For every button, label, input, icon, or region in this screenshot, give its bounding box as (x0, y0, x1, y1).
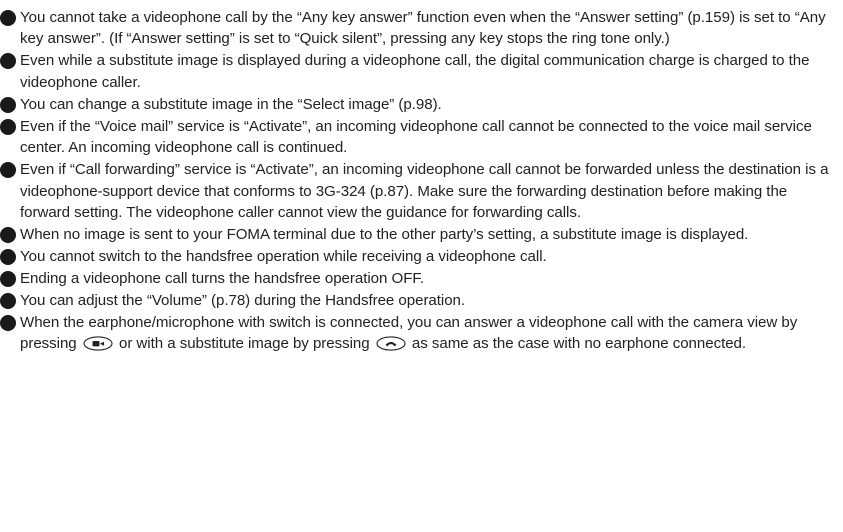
note-item-voice-mail: Even if the “Voice mail” service is “Act… (0, 116, 835, 159)
notes-list: You cannot take a videophone call by the… (0, 7, 835, 355)
bullet-icon (0, 53, 16, 70)
note-item-call-forwarding: Even if “Call forwarding” service is “Ac… (0, 159, 835, 223)
manual-page: You cannot take a videophone call by the… (0, 0, 843, 532)
note-text: Even if “Call forwarding” service is “Ac… (20, 161, 829, 222)
bullet-icon (0, 227, 16, 244)
note-item-volume: You can adjust the “Volume” (p.78) durin… (0, 290, 835, 311)
note-text: as same as the case with no earphone con… (411, 335, 747, 353)
note-text: You cannot switch to the handsfree opera… (20, 248, 547, 266)
note-item-substitute-charge: Even while a substitute image is display… (0, 50, 835, 93)
note-text: Even while a substitute image is display… (20, 52, 810, 91)
note-text: or with a substitute image by pressing (118, 335, 370, 353)
note-item-earphone: When the earphone/microphone with switch… (0, 312, 835, 355)
bullet-icon (0, 249, 16, 266)
note-text: You can change a substitute image in the… (20, 95, 442, 113)
bullet-icon (0, 271, 16, 288)
note-text: You cannot take a videophone call by the… (20, 9, 826, 48)
note-text: When no image is sent to your FOMA termi… (20, 226, 749, 244)
camera-view-key-icon (83, 336, 113, 352)
bullet-icon (0, 118, 16, 135)
note-text: You can adjust the “Volume” (p.78) durin… (20, 292, 466, 310)
note-item-any-key-answer: You cannot take a videophone call by the… (0, 7, 835, 50)
note-item-no-image-sent: When no image is sent to your FOMA termi… (0, 224, 835, 245)
bullet-icon (0, 315, 16, 332)
bullet-icon (0, 96, 16, 113)
note-item-handsfree-switch: You cannot switch to the handsfree opera… (0, 246, 835, 267)
send-key-icon (376, 336, 406, 352)
note-text: Ending a videophone call turns the hands… (20, 270, 425, 288)
bullet-icon (0, 162, 16, 179)
note-item-handsfree-off: Ending a videophone call turns the hands… (0, 268, 835, 289)
bullet-icon (0, 293, 16, 310)
note-item-select-image: You can change a substitute image in the… (0, 94, 835, 115)
note-text: Even if the “Voice mail” service is “Act… (20, 117, 812, 157)
bullet-icon (0, 10, 16, 26)
